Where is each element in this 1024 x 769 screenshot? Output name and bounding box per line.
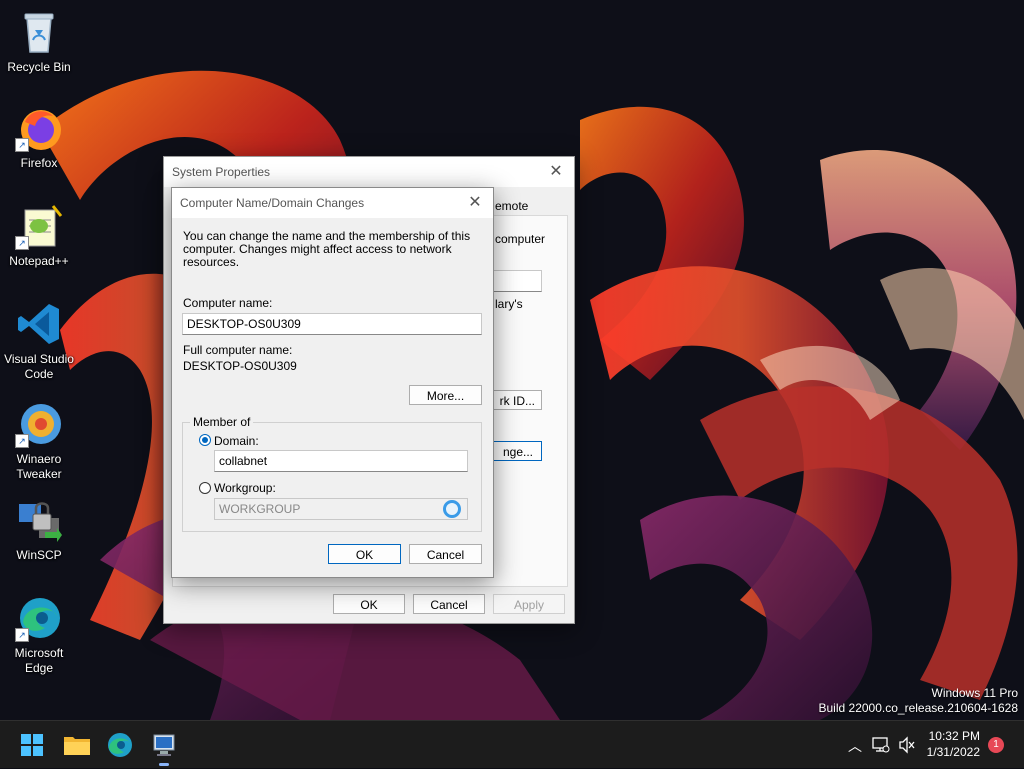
notification-badge: 1 [988,737,1004,753]
clock-date: 1/31/2022 [926,745,980,759]
partial-example: lary's [495,297,523,311]
system-properties-title-bar[interactable]: System Properties ✕ [164,157,574,187]
watermark-edition: Windows 11 Pro [931,686,1018,700]
dialog-ok-button[interactable]: OK [328,544,401,564]
domain-label: Domain: [214,434,259,448]
workgroup-label: Workgroup: [214,481,276,495]
cancel-button[interactable]: Cancel [413,594,485,614]
watermark-build: Build 22000.co_release.210604-1628 [818,701,1019,715]
clock-time: 10:32 PM [928,729,980,743]
ok-button[interactable]: OK [333,594,405,614]
shortcut-arrow-icon: ↗ [15,434,29,448]
active-indicator [159,763,169,766]
desktop-icon-label: Microsoft Edge [14,646,64,675]
desktop-icon-label: Visual Studio Code [4,352,74,381]
radio-selected-dot [202,437,208,443]
computer-name-label: Computer name: [183,296,273,310]
notepad-plus-plus-icon: ↗ [15,202,63,250]
start-button[interactable] [16,729,48,761]
edge-taskbar-button[interactable] [104,729,136,761]
domain-radio[interactable] [199,434,211,446]
dialog-cancel-button[interactable]: Cancel [409,544,482,564]
volume-muted-icon [899,736,915,754]
folder-icon [64,737,90,755]
workgroup-input[interactable]: WORKGROUP [214,498,468,520]
edge-icon [108,733,132,757]
network-button[interactable] [870,721,892,769]
winscp-icon [15,496,63,544]
tray-overflow-button[interactable]: ︿ [843,721,865,769]
taskbar: ︿ 10:32 PM 1/31/2022 1 [0,720,1024,768]
shortcut-arrow-icon: ↗ [15,628,29,642]
desktop-icon-label: Recycle Bin [7,60,71,74]
desktop-icon-vscode[interactable]: Visual Studio Code [0,300,78,382]
domain-changes-dialog: Computer Name/Domain Changes ✕ You can c… [171,187,494,578]
tab-remote[interactable]: emote [495,199,528,213]
chevron-up-icon: ︿ [848,738,862,754]
desktop-icon-label: Winaero Tweaker [16,452,62,481]
domain-input[interactable]: collabnet [214,450,468,472]
desktop-icon-firefox[interactable]: ↗ Firefox [0,104,78,171]
windows-watermark: Windows 11 Pro Build 22000.co_release.21… [819,686,1019,716]
network-icon [872,737,890,753]
member-of-label: Member of [190,415,254,429]
shortcut-arrow-icon: ↗ [15,138,29,152]
winaero-tweaker-icon: ↗ [15,400,63,448]
desktop-icon-label: Notepad++ [9,254,69,268]
desktop-icon-label: Firefox [20,156,58,170]
close-icon[interactable]: ✕ [538,157,574,187]
computer-icon [153,734,175,756]
firefox-icon: ↗ [15,104,63,152]
volume-button[interactable] [896,721,918,769]
computer-name-input[interactable]: DESKTOP-OS0U309 [182,313,482,335]
dialog-description: You can change the name and the membersh… [183,229,471,269]
window-title: System Properties [172,165,271,179]
desktop-icon-label: WinSCP [16,548,62,562]
domain-dialog-title-bar[interactable]: Computer Name/Domain Changes ✕ [172,188,493,218]
full-computer-name-label: Full computer name: [183,343,293,357]
desktop-icon-notepad-plus-plus[interactable]: ↗ Notepad++ [0,202,78,269]
recycle-bin-icon [15,8,63,56]
file-explorer-button[interactable] [61,729,93,761]
edge-icon: ↗ [15,594,63,642]
dialog-title: Computer Name/Domain Changes [180,196,365,210]
clock-button[interactable]: 10:32 PM 1/31/2022 [922,721,984,769]
system-properties-taskbar-button[interactable] [148,729,180,766]
vscode-icon [15,300,63,348]
desktop-icon-edge[interactable]: ↗ Microsoft Edge [0,594,78,676]
apply-button[interactable]: Apply [493,594,565,614]
partial-description: computer [495,232,546,246]
busy-cursor-icon [443,500,461,518]
windows-logo-icon [21,734,43,756]
desktop-icon-recycle-bin[interactable]: Recycle Bin [0,8,78,75]
shortcut-arrow-icon: ↗ [15,236,29,250]
close-icon[interactable]: ✕ [457,188,493,218]
full-computer-name-value: DESKTOP-OS0U309 [183,359,297,373]
workgroup-radio[interactable] [199,482,211,494]
more-button[interactable]: More... [409,385,482,405]
notification-button[interactable]: 1 [986,721,1008,769]
desktop-icon-winscp[interactable]: WinSCP [0,496,78,563]
desktop-icon-winaero-tweaker[interactable]: ↗ Winaero Tweaker [0,400,78,482]
